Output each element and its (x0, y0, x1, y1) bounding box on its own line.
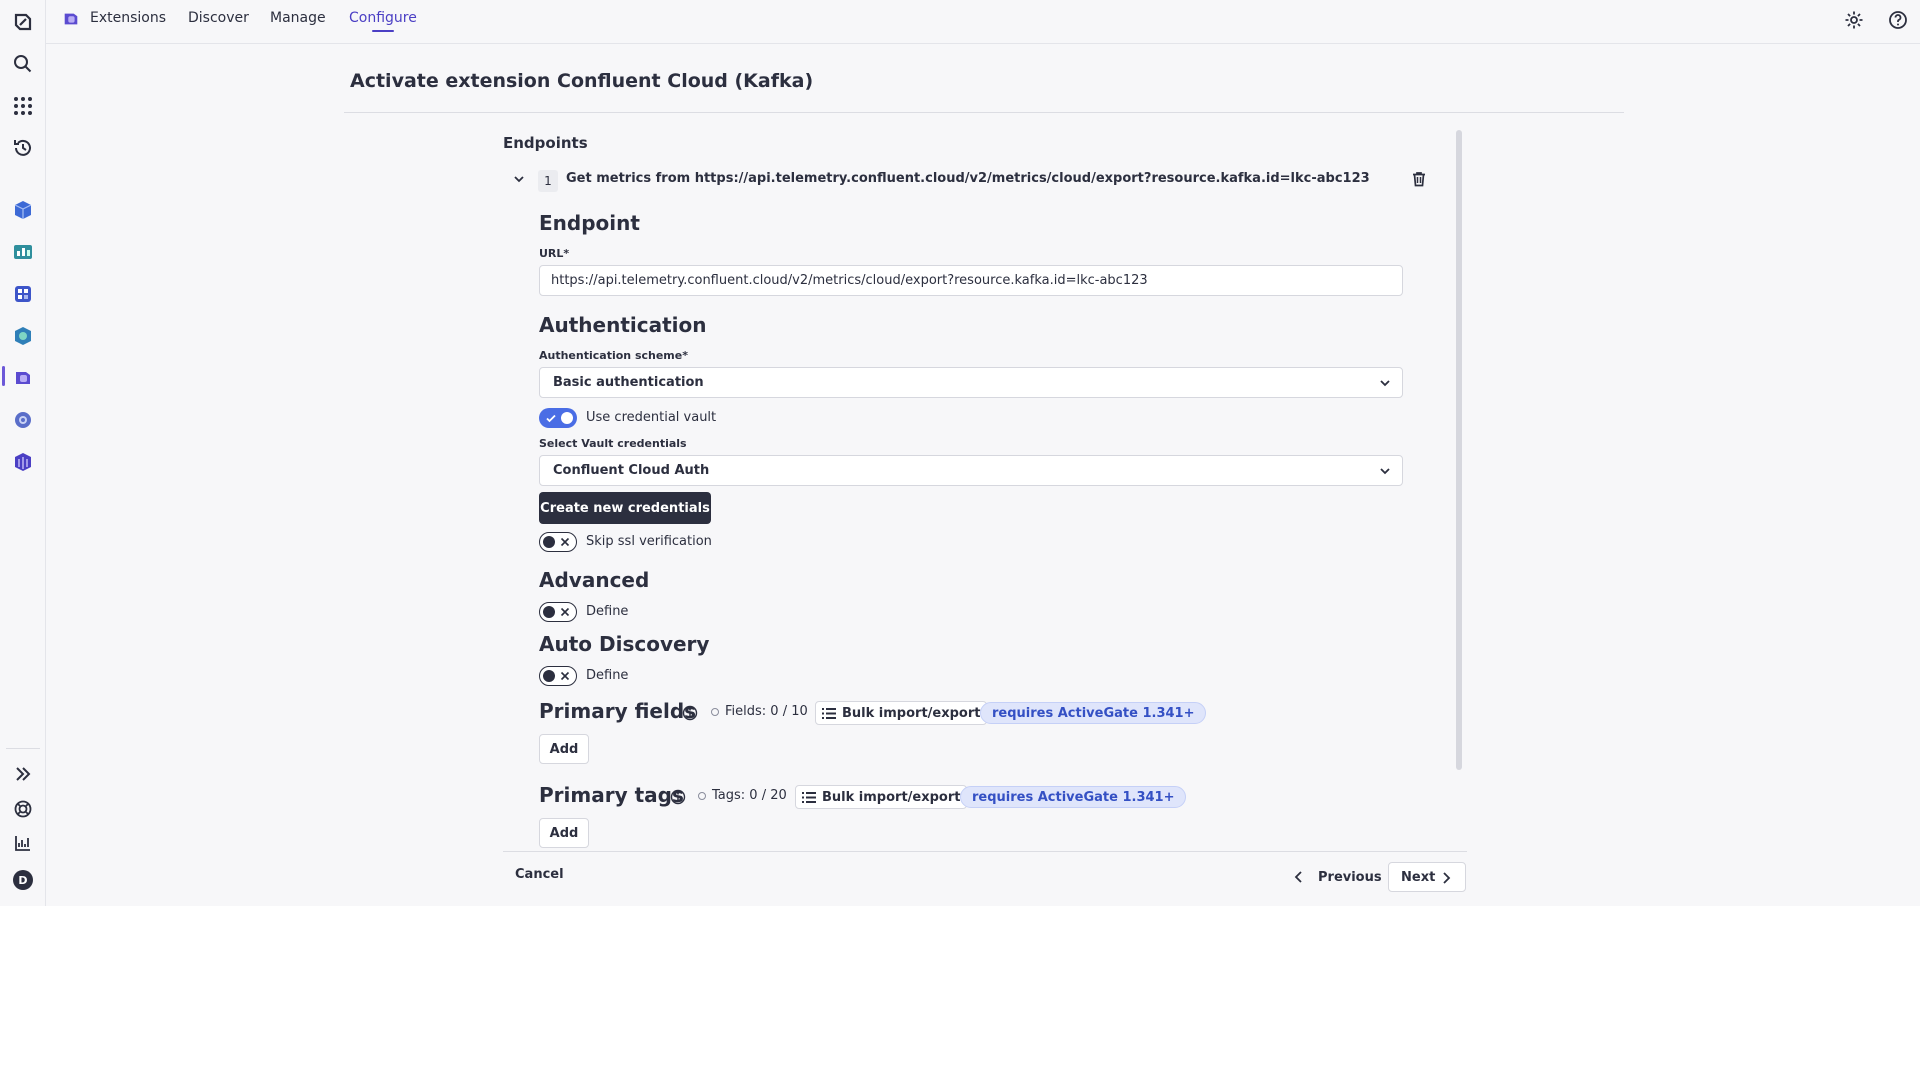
endpoint-summary-title[interactable]: Get metrics from https://api.telemetry.c… (566, 171, 1370, 186)
create-credentials-button[interactable]: Create new credentials (539, 492, 711, 524)
sidebar-active-indicator (2, 366, 5, 386)
endpoints-section-label: Endpoints (503, 134, 588, 152)
status-dot-icon (711, 708, 719, 716)
services-app-icon[interactable] (11, 282, 35, 306)
previous-label: Previous (1318, 869, 1382, 885)
auth-scheme-label: Authentication scheme* (539, 349, 688, 362)
kubernetes-app-icon[interactable] (11, 324, 35, 348)
x-icon (560, 537, 570, 546)
delete-endpoint-icon[interactable] (1410, 170, 1430, 190)
fields-bulk-import-button[interactable]: Bulk import/export (815, 701, 988, 725)
fields-requirement-badge: requires ActiveGate 1.341+ (980, 702, 1207, 724)
toggle-knob (543, 535, 555, 548)
extensions-app-icon[interactable] (11, 366, 35, 390)
cancel-button[interactable]: Cancel (515, 867, 564, 882)
tags-bulk-label: Bulk import/export (822, 789, 961, 805)
page-title: Activate extension Confluent Cloud (Kafk… (350, 70, 814, 92)
title-divider (344, 112, 1624, 113)
chevron-down-icon (1380, 380, 1390, 387)
status-dot-icon (698, 792, 706, 800)
collapse-chevron-icon[interactable] (512, 172, 528, 188)
check-icon (546, 414, 556, 423)
list-icon (802, 792, 816, 803)
toggle-knob (543, 669, 555, 682)
authentication-heading: Authentication (539, 313, 707, 337)
analytics-icon[interactable] (11, 831, 35, 855)
nav-configure[interactable]: Configure (349, 10, 417, 26)
top-navigation-bar: Extensions Discover Manage Configure (46, 0, 1920, 44)
vault-credentials-value: Confluent Cloud Auth (553, 463, 710, 478)
add-primary-tag-button[interactable]: Add (539, 818, 589, 848)
expand-sidebar-icon[interactable] (11, 762, 35, 786)
url-label: URL* (539, 247, 570, 260)
auto-discovery-define-label: Define (586, 668, 629, 683)
advanced-define-toggle[interactable] (539, 602, 577, 622)
endpoint-index-badge: 1 (538, 170, 558, 192)
content-scrollbar[interactable] (1456, 130, 1462, 770)
search-icon[interactable] (11, 52, 35, 76)
nav-manage[interactable]: Manage (270, 10, 326, 26)
sidebar-divider (6, 748, 40, 749)
credential-vault-label: Use credential vault (586, 410, 717, 425)
nav-extensions[interactable]: Extensions (90, 10, 166, 26)
advanced-define-label: Define (586, 604, 629, 619)
chevron-down-icon (1380, 468, 1390, 475)
auto-discovery-heading: Auto Discovery (539, 632, 710, 656)
x-icon (560, 671, 570, 680)
sidebar: D (0, 0, 46, 906)
hub-app-icon[interactable] (11, 450, 35, 474)
endpoint-heading: Endpoint (539, 211, 640, 235)
auth-scheme-select[interactable]: Basic authentication (539, 367, 1403, 398)
toggle-knob (561, 412, 573, 424)
tags-bulk-import-button[interactable]: Bulk import/export (795, 785, 968, 809)
url-input[interactable]: https://api.telemetry.confluent.cloud/v2… (539, 265, 1403, 296)
skip-ssl-toggle[interactable] (539, 532, 577, 552)
apps-grid-icon[interactable] (11, 94, 35, 118)
settings-app-icon[interactable] (11, 408, 35, 432)
help-icon[interactable] (1888, 10, 1908, 30)
fields-bulk-label: Bulk import/export (842, 705, 981, 721)
toggle-knob (543, 605, 555, 618)
credential-vault-toggle[interactable] (539, 408, 577, 428)
next-button[interactable]: Next (1388, 862, 1466, 892)
x-icon (560, 607, 570, 616)
dynatrace-logo-icon[interactable] (11, 10, 35, 34)
info-icon[interactable] (670, 789, 686, 805)
info-icon[interactable] (682, 705, 698, 721)
app-shell: D Extensions Discover Manage Configure A… (0, 0, 1920, 906)
infrastructure-app-icon[interactable] (11, 198, 35, 222)
tags-requirement-badge: requires ActiveGate 1.341+ (960, 786, 1187, 808)
history-icon[interactable] (11, 136, 35, 160)
chevron-left-icon (1294, 871, 1302, 883)
add-primary-field-button[interactable]: Add (539, 734, 589, 764)
active-tab-indicator (372, 30, 394, 32)
footer-divider (503, 851, 1467, 852)
previous-button[interactable]: Previous (1282, 862, 1392, 892)
chevron-right-icon (1443, 872, 1451, 884)
tags-count: Tags: 0 / 20 (712, 788, 787, 803)
next-label: Next (1401, 869, 1436, 885)
auth-scheme-value: Basic authentication (553, 375, 704, 390)
fields-count: Fields: 0 / 10 (725, 704, 808, 719)
settings-gear-icon[interactable] (1844, 10, 1864, 30)
dashboards-app-icon[interactable] (11, 240, 35, 264)
vault-credentials-label: Select Vault credentials (539, 437, 687, 450)
list-icon (822, 708, 836, 719)
auto-discovery-define-toggle[interactable] (539, 666, 577, 686)
advanced-heading: Advanced (539, 568, 650, 592)
avatar-initial: D (13, 870, 33, 890)
skip-ssl-label: Skip ssl verification (586, 534, 712, 549)
nav-discover[interactable]: Discover (188, 10, 249, 26)
user-avatar[interactable]: D (11, 868, 35, 892)
support-icon[interactable] (11, 797, 35, 821)
primary-tags-heading: Primary tags (539, 783, 684, 807)
vault-credentials-select[interactable]: Confluent Cloud Auth (539, 455, 1403, 486)
primary-fields-heading: Primary fields (539, 699, 697, 723)
extensions-logo-icon (62, 10, 82, 30)
